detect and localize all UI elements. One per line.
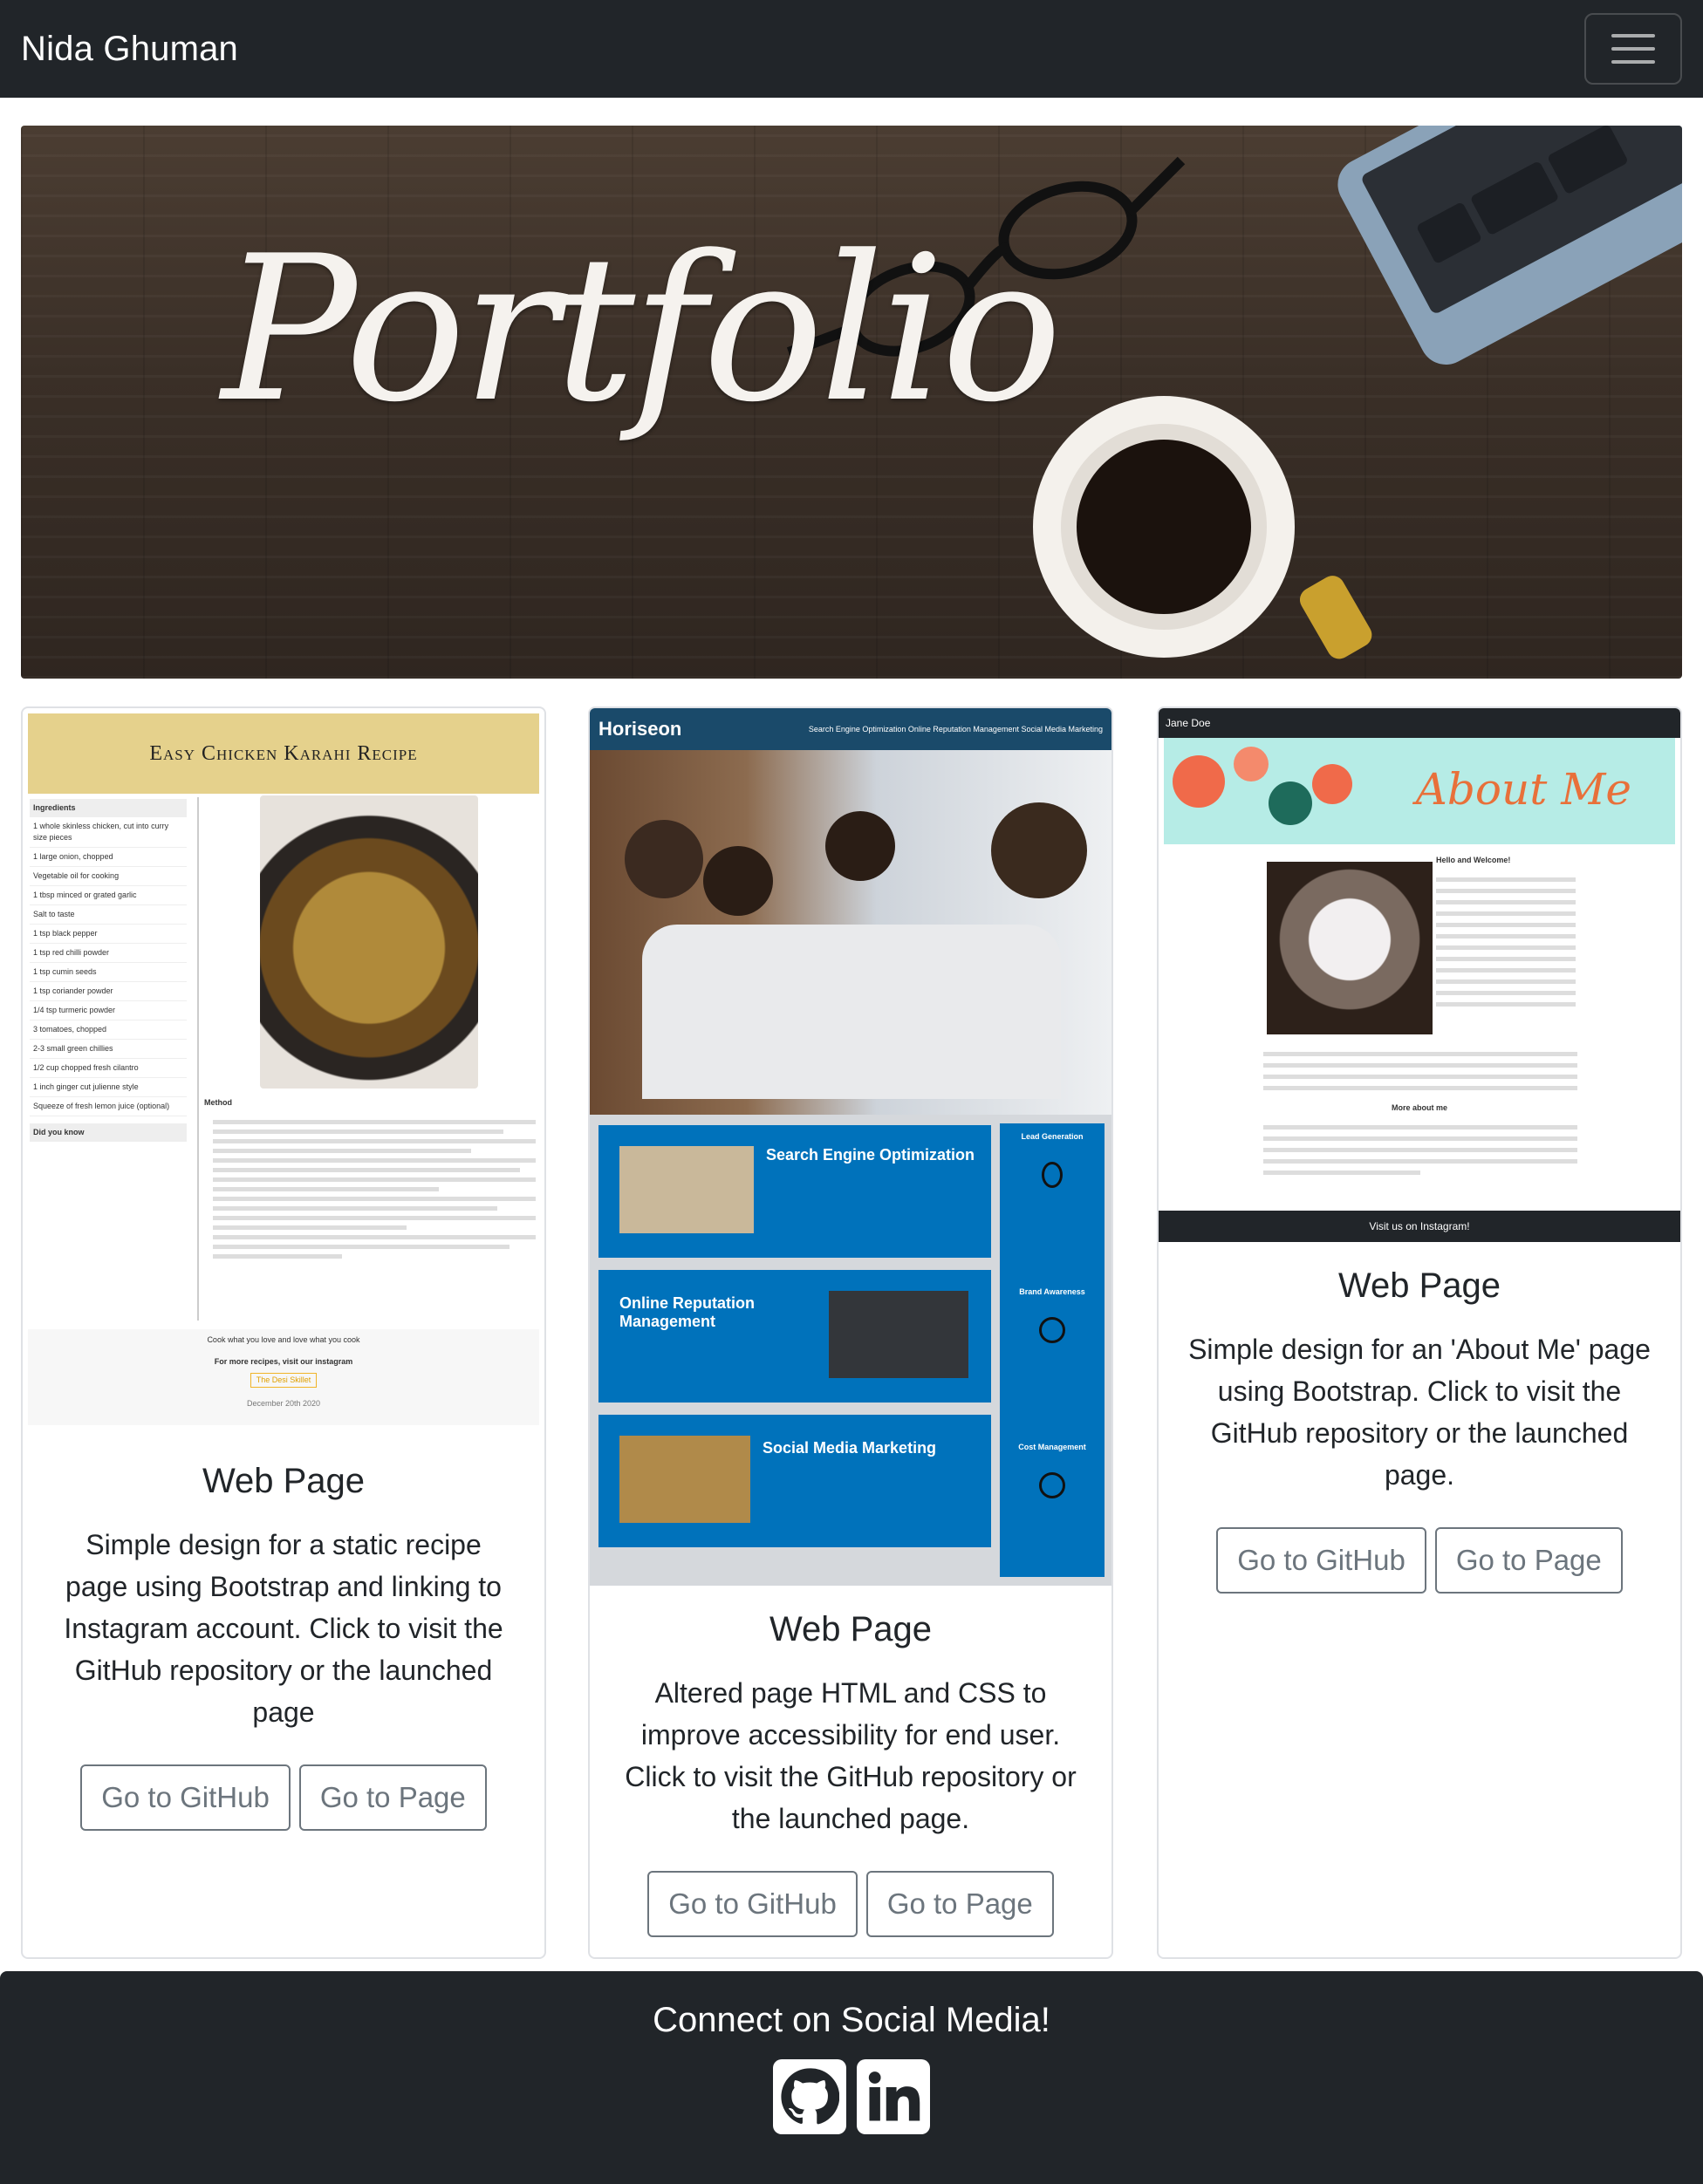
horiseon-brand: Horiseon (598, 718, 682, 740)
project-card-horiseon: Horiseon Search Engine Optimization Onli… (588, 706, 1113, 1959)
card-title: Web Page (1337, 1266, 1501, 1305)
horiseon-page-screenshot: Horiseon Search Engine Optimization Onli… (590, 708, 1111, 1586)
card-text: Altered page HTML and CSS to improve acc… (625, 1677, 1077, 1834)
reputation-section: Online Reputation Management (598, 1270, 991, 1403)
social-links (0, 2059, 1703, 2134)
social-media-section: Social Media Marketing (598, 1415, 991, 1547)
navbar-brand[interactable]: Nida Ghuman (21, 30, 238, 69)
karahi-photo (260, 795, 478, 1089)
recipe-thumb-title: Easy Chicken Karahi Recipe (28, 713, 539, 794)
about-me-banner: About Me (1164, 738, 1675, 844)
seo-section: Search Engine Optimization (598, 1125, 991, 1258)
broadcast-icon (1039, 1317, 1065, 1343)
about-me-page-screenshot: Jane Doe About Me Hello and Welcome! Mor… (1159, 708, 1680, 1242)
about-thumb-footer: Visit us on Instagram! (1159, 1211, 1680, 1242)
card-text: Simple design for a static recipe page u… (64, 1529, 503, 1728)
footer-title: Connect on Social Media! (653, 2001, 1050, 2039)
linkedin-icon[interactable] (857, 2059, 930, 2134)
project-card-recipe: Easy Chicken Karahi Recipe Ingredients 1… (21, 706, 546, 1959)
ingredients-list: Ingredients 1 whole skinless chicken, cu… (30, 799, 187, 1142)
recipe-page-screenshot: Easy Chicken Karahi Recipe Ingredients 1… (23, 708, 544, 1437)
go-to-github-button[interactable]: Go to GitHub (647, 1871, 858, 1937)
team-meeting-photo (590, 750, 1111, 1115)
horiseon-nav: Search Engine Optimization Online Reputa… (808, 725, 1103, 734)
hero-title: Portfolio (222, 214, 1062, 447)
benefits-aside: Lead Generation Brand Awareness Cost Man… (1000, 1123, 1105, 1577)
card-text: Simple design for an 'About Me' page usi… (1188, 1334, 1651, 1491)
go-to-page-button[interactable]: Go to Page (298, 1764, 487, 1831)
card-title: Web Page (769, 1610, 933, 1648)
github-icon[interactable] (773, 2059, 846, 2134)
go-to-github-button[interactable]: Go to GitHub (1216, 1527, 1426, 1594)
navbar: Nida Ghuman (0, 0, 1703, 98)
about-thumb-navbar: Jane Doe (1159, 708, 1680, 738)
hero-banner: Portfolio (21, 126, 1682, 679)
footer: Connect on Social Media! (0, 1971, 1703, 2184)
go-to-page-button[interactable]: Go to Page (865, 1871, 1054, 1937)
kitten-photo (1267, 862, 1433, 1034)
project-card-about-me: Jane Doe About Me Hello and Welcome! Mor… (1157, 706, 1682, 1959)
go-to-github-button[interactable]: Go to GitHub (80, 1764, 291, 1831)
card-title: Web Page (202, 1462, 366, 1500)
hamburger-menu-icon[interactable] (1584, 13, 1682, 85)
gears-icon (1039, 1472, 1065, 1498)
go-to-page-button[interactable]: Go to Page (1434, 1527, 1623, 1594)
lightbulb-icon (1042, 1162, 1063, 1188)
